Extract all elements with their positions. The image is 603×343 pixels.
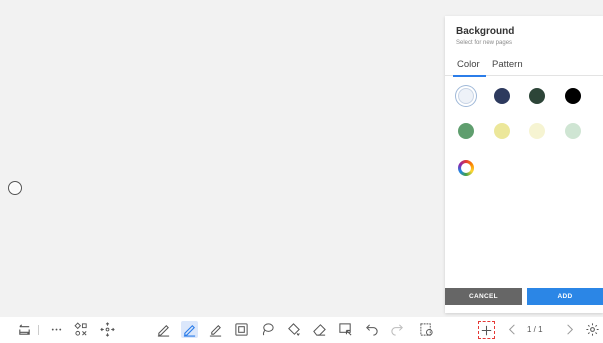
undo-icon[interactable] <box>363 321 380 338</box>
background-panel: Background Select for new pages Color Pa… <box>445 16 603 313</box>
tab-pattern[interactable]: Pattern <box>492 59 523 76</box>
panel-footer: CANCEL ADD <box>445 288 603 305</box>
marker-icon[interactable] <box>207 321 224 338</box>
shape-recognition-icon[interactable] <box>233 321 250 338</box>
lasso-icon[interactable] <box>259 321 276 338</box>
redo-icon[interactable] <box>389 321 406 338</box>
page-indicator: 1 / 1 <box>527 325 543 334</box>
swatch-light-yellow[interactable] <box>529 123 545 139</box>
eraser-icon[interactable] <box>311 321 328 338</box>
tab-bar: Color Pattern <box>445 56 603 76</box>
more-icon[interactable] <box>48 321 65 338</box>
move-icon[interactable] <box>99 321 116 338</box>
select-icon[interactable] <box>337 321 354 338</box>
swatch-dark-green[interactable] <box>529 88 545 104</box>
swatch-black[interactable] <box>565 88 581 104</box>
swatch-green[interactable] <box>458 123 474 139</box>
tray-icon[interactable] <box>16 321 33 338</box>
left-edge-handle-icon[interactable] <box>8 181 22 195</box>
pen-icon[interactable] <box>155 321 172 338</box>
add-button[interactable]: ADD <box>527 288 603 305</box>
swatch-navy[interactable] <box>494 88 510 104</box>
active-tab-indicator <box>453 75 486 77</box>
cancel-button[interactable]: CANCEL <box>445 288 522 305</box>
swatch-mint[interactable] <box>565 123 581 139</box>
previous-page-icon[interactable] <box>504 321 521 338</box>
swatch-light-gray[interactable] <box>458 88 474 104</box>
swatch-yellow[interactable] <box>494 123 510 139</box>
panel-title: Background <box>456 26 515 37</box>
add-page-icon[interactable] <box>478 321 495 339</box>
settings-icon[interactable] <box>584 321 601 338</box>
toolbar-divider <box>38 325 39 335</box>
apps-icon[interactable] <box>73 321 90 338</box>
swatch-custom-color[interactable] <box>458 160 474 176</box>
tab-color[interactable]: Color <box>457 59 480 76</box>
next-page-icon[interactable] <box>561 321 578 338</box>
background-settings-icon[interactable] <box>418 321 435 338</box>
panel-subtitle: Select for new pages <box>456 40 513 46</box>
fill-bucket-icon[interactable] <box>285 321 302 338</box>
bottom-toolbar: 1 / 1 <box>0 317 603 343</box>
highlighter-pen-icon[interactable] <box>181 321 198 338</box>
